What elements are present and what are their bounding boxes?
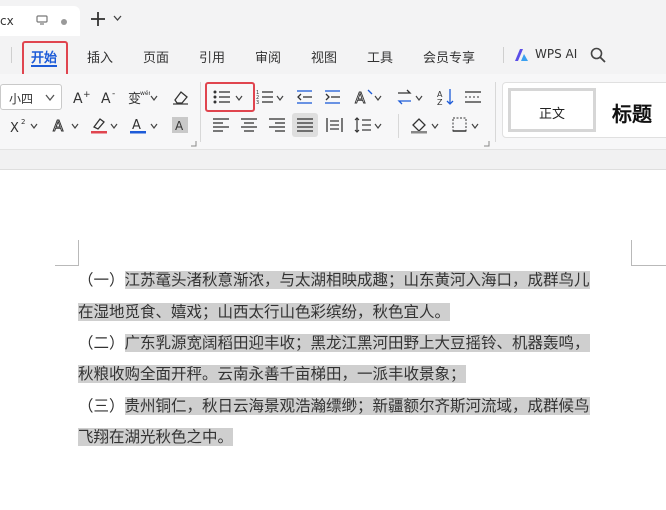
svg-text:A: A xyxy=(53,117,64,134)
paragraph-2-line-2[interactable]: 秋粮收购全面开秤。云南永善千亩梯田，一派丰收景象； xyxy=(78,358,466,390)
tab-review[interactable]: 审阅 xyxy=(255,47,281,66)
text-direction-icon[interactable] xyxy=(396,89,413,105)
svg-text:2: 2 xyxy=(21,118,25,126)
ribbon-separator xyxy=(398,114,399,138)
paragraph-1-line-2[interactable]: 在湿地觅食、嬉戏；山西太行山色彩缤纷，秋色宜人。 xyxy=(78,296,451,328)
indent-label: （二） xyxy=(78,334,125,352)
chevron-down-icon[interactable] xyxy=(45,94,55,101)
chevron-down-icon[interactable] xyxy=(150,123,158,129)
tab-insert[interactable]: 插入 xyxy=(87,47,113,66)
tab-view[interactable]: 视图 xyxy=(311,47,337,66)
line-spacing-icon[interactable] xyxy=(354,117,372,133)
style-normal-button[interactable]: 正文 xyxy=(508,88,596,132)
style-normal-label: 正文 xyxy=(539,107,566,122)
wps-ai-icon[interactable] xyxy=(514,48,529,62)
paragraph-3-line-1[interactable]: （三）贵州铜仁，秋日云海景观浩瀚缥缈；新疆额尔齐斯河流域，成群候鸟 xyxy=(78,390,590,422)
margin-corner-mark xyxy=(631,240,666,266)
tab-member[interactable]: 会员专享 xyxy=(423,47,475,66)
paragraph-2-line-1[interactable]: （二）广东乳源宽阔稻田迎丰收；黑龙江黑河田野上大豆摇铃、机器轰鸣， xyxy=(78,327,590,359)
svg-text:wén: wén xyxy=(140,90,150,97)
font-dialog-launcher-icon[interactable] xyxy=(190,140,197,147)
selected-text: 在湿地觅食、嬉戏；山西太行山色彩缤纷，秋色宜人。 xyxy=(78,303,451,321)
svg-text:X: X xyxy=(10,121,19,133)
phonetic-guide-icon[interactable]: 变wén xyxy=(128,88,150,106)
svg-text:A: A xyxy=(101,91,111,105)
font-size-select[interactable]: 小四 xyxy=(0,84,62,110)
chevron-down-icon[interactable] xyxy=(415,95,423,101)
grow-font-icon[interactable]: A + xyxy=(73,89,91,105)
show-marks-icon[interactable] xyxy=(464,89,482,105)
document-tab[interactable]: cx xyxy=(0,6,80,36)
svg-text:3: 3 xyxy=(256,100,259,105)
wps-ai-button[interactable]: WPS AI xyxy=(535,47,577,61)
shading-icon[interactable] xyxy=(410,116,428,134)
ribbon-separator xyxy=(495,82,496,142)
highlight-box-bullet-list xyxy=(205,82,255,112)
distribute-icon[interactable] xyxy=(326,117,343,133)
menu-divider xyxy=(11,47,12,63)
increase-indent-icon[interactable] xyxy=(324,89,341,105)
chevron-down-icon[interactable] xyxy=(374,95,382,101)
svg-text:A: A xyxy=(355,89,366,106)
tab-tools[interactable]: 工具 xyxy=(367,47,393,66)
menu-divider xyxy=(503,47,504,63)
chevron-down-icon[interactable] xyxy=(110,123,118,129)
document-tab-name: cx xyxy=(0,14,14,28)
borders-icon[interactable] xyxy=(452,117,467,132)
chevron-down-icon[interactable] xyxy=(113,15,122,21)
ribbon-separator xyxy=(200,82,201,142)
font-color-icon[interactable]: A xyxy=(129,116,147,134)
monitor-icon[interactable] xyxy=(36,15,48,25)
svg-text:A: A xyxy=(175,119,184,133)
svg-text:+: + xyxy=(83,90,91,100)
superscript-icon[interactable]: X2 xyxy=(10,117,28,133)
highlight-icon[interactable] xyxy=(90,116,108,134)
selected-text: 秋粮收购全面开秤。云南永善千亩梯田，一派丰收景象； xyxy=(78,365,466,383)
align-left-icon[interactable] xyxy=(213,118,229,132)
align-right-icon[interactable] xyxy=(269,118,285,132)
plus-icon[interactable] xyxy=(90,11,106,27)
svg-text:-: - xyxy=(112,89,115,99)
chevron-down-icon[interactable] xyxy=(71,123,79,129)
chevron-down-icon[interactable] xyxy=(374,123,382,129)
selected-text: 贵州铜仁，秋日云海景观浩瀚缥缈；新疆额尔齐斯河流域，成群候鸟 xyxy=(124,397,590,415)
unsaved-dot-icon[interactable] xyxy=(61,19,67,25)
decrease-indent-icon[interactable] xyxy=(296,89,313,105)
tab-page[interactable]: 页面 xyxy=(143,47,169,66)
chevron-down-icon[interactable] xyxy=(471,123,479,129)
margin-corner-mark xyxy=(55,240,79,266)
indent-label: （三） xyxy=(78,397,125,415)
paragraph-dialog-launcher-icon[interactable] xyxy=(483,140,490,147)
svg-text:A: A xyxy=(132,118,141,133)
page-gap xyxy=(0,150,666,170)
clear-format-icon[interactable] xyxy=(172,89,189,105)
char-shading-icon[interactable]: A xyxy=(172,117,188,133)
text-outline-icon[interactable]: A xyxy=(51,116,69,135)
paragraph-3-line-2[interactable]: 飞翔在湖光秋色之中。 xyxy=(78,421,234,453)
shrink-font-icon[interactable]: A- xyxy=(101,89,119,105)
indent-label: （一） xyxy=(78,271,125,289)
align-center-icon[interactable] xyxy=(241,118,257,132)
style-title-button[interactable]: 标题 xyxy=(612,98,652,127)
chevron-down-icon[interactable] xyxy=(431,123,439,129)
selected-text: 江苏鼋头渚秋意渐浓，与太湖相映成趣；山东黄河入海口，成群鸟儿 xyxy=(124,271,590,289)
selected-text: 广东乳源宽阔稻田迎丰收；黑龙江黑河田野上大豆摇铃、机器轰鸣， xyxy=(124,334,590,352)
chevron-down-icon[interactable] xyxy=(30,123,38,129)
selected-text: 飞翔在湖光秋色之中。 xyxy=(78,428,234,446)
numbered-list-icon[interactable]: 123 xyxy=(256,89,274,105)
chevron-down-icon[interactable] xyxy=(150,95,158,101)
text-effects-icon[interactable]: A xyxy=(353,88,373,106)
justify-icon[interactable] xyxy=(297,118,313,132)
svg-text:A: A xyxy=(73,91,83,105)
sort-icon[interactable]: AZ xyxy=(437,88,455,106)
chevron-down-icon[interactable] xyxy=(276,95,284,101)
search-icon[interactable] xyxy=(590,47,606,63)
svg-text:Z: Z xyxy=(437,98,443,106)
paragraph-1-line-1[interactable]: （一）江苏鼋头渚秋意渐浓，与太湖相映成趣；山东黄河入海口，成群鸟儿 xyxy=(78,264,590,296)
font-size-value: 小四 xyxy=(9,92,34,106)
tab-references[interactable]: 引用 xyxy=(199,47,225,66)
